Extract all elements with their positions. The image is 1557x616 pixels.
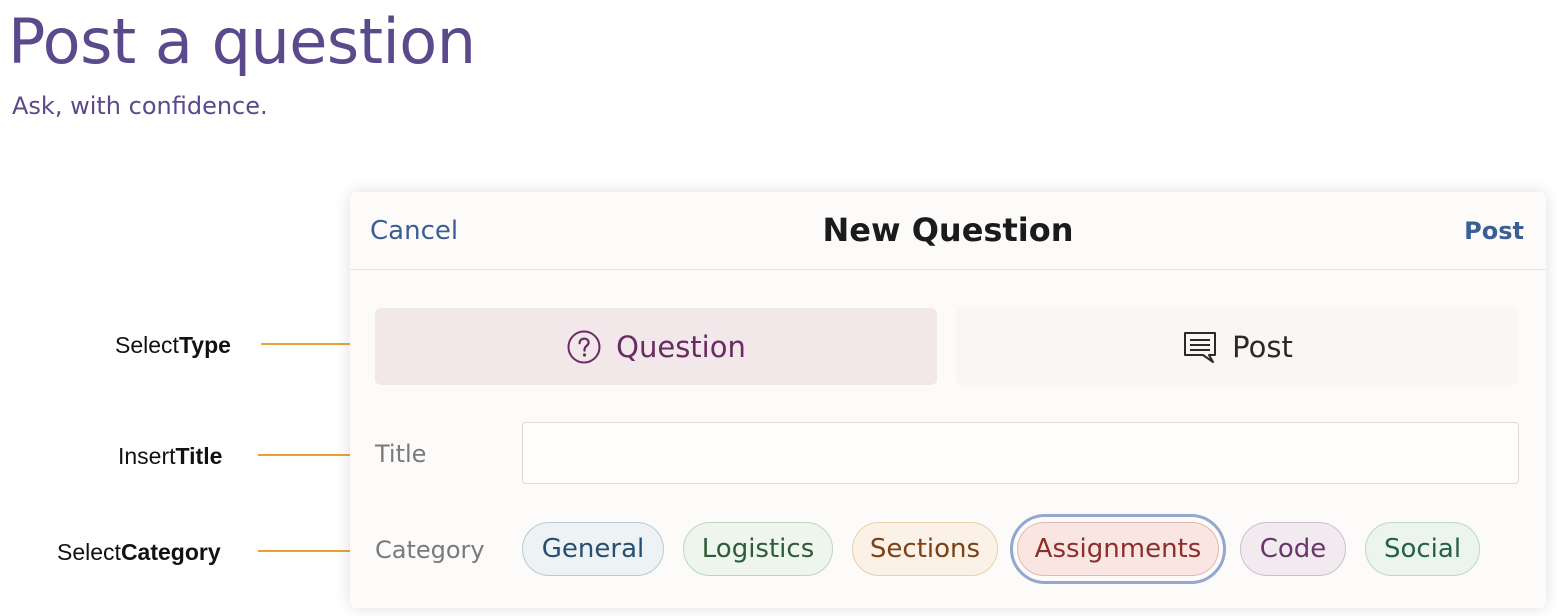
- title-label: Title: [375, 440, 427, 468]
- page-subtitle: Ask, with confidence.: [12, 92, 268, 120]
- callout-line-title: [258, 454, 360, 456]
- speech-bubble-icon: [1182, 329, 1218, 365]
- post-button[interactable]: Post: [1464, 214, 1524, 248]
- callout-prefix: Insert: [118, 442, 176, 469]
- type-post-label: Post: [1232, 329, 1293, 364]
- callout-prefix: Select: [115, 331, 179, 358]
- dialog-title: New Question: [822, 211, 1074, 249]
- callout-bold: Category: [120, 538, 221, 565]
- type-post-button[interactable]: Post: [956, 308, 1519, 385]
- category-label: Category: [375, 536, 485, 564]
- category-chip-code[interactable]: Code: [1240, 522, 1346, 576]
- callout-select-category: Select Category: [57, 537, 221, 567]
- callout-bold: Title: [175, 442, 223, 469]
- category-chip-assignments[interactable]: Assignments: [1017, 522, 1219, 576]
- type-question-label: Question: [616, 329, 746, 364]
- callout-insert-title: Insert Title: [118, 441, 222, 471]
- card-header: Cancel New Question Post: [350, 192, 1546, 270]
- page: Post a question Ask, with confidence. Se…: [0, 0, 1557, 616]
- callout-line-category: [258, 550, 360, 552]
- new-question-card: Cancel New Question Post Question Post T…: [350, 192, 1546, 608]
- question-circle-icon: [566, 329, 602, 365]
- callout-line-type: [261, 343, 362, 345]
- title-input[interactable]: [522, 422, 1519, 484]
- category-chip-general[interactable]: General: [522, 522, 664, 576]
- callout-select-type: Select Type: [115, 330, 231, 360]
- page-title: Post a question: [8, 5, 476, 78]
- callout-prefix: Select: [57, 538, 121, 565]
- category-chip-sections[interactable]: Sections: [852, 522, 998, 576]
- category-chip-logistics[interactable]: Logistics: [683, 522, 833, 576]
- type-question-button[interactable]: Question: [375, 308, 937, 385]
- category-chip-social[interactable]: Social: [1365, 522, 1480, 576]
- callout-bold: Type: [178, 331, 231, 358]
